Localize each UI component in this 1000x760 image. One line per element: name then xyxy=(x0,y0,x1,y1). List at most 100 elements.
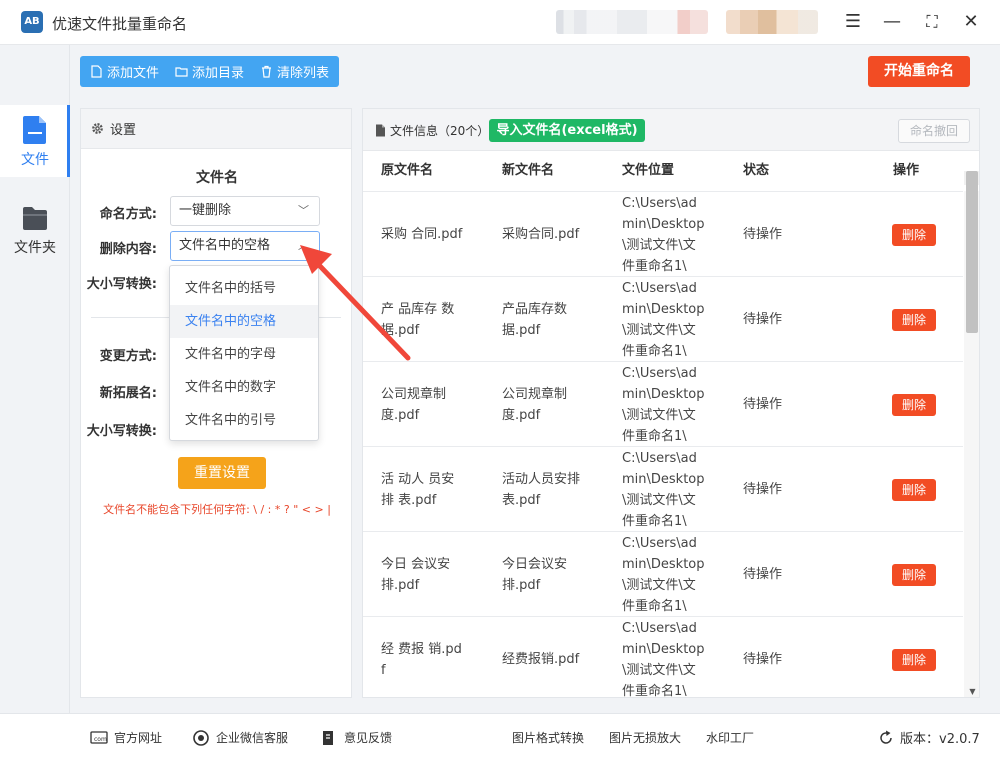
red-arrow-annotation xyxy=(300,245,411,361)
table-row: 采购 合同.pdf 采购合同.pdf C:\Users\ad min\Desktop \… xyxy=(363,191,963,276)
refresh-icon xyxy=(880,730,892,744)
settings-header: 设置 xyxy=(81,109,351,149)
location-cell: C:\Users\ad min\Desktop \测试文件\文 件重命名1\ xyxy=(622,618,705,698)
chat-bubble-icon xyxy=(193,729,209,746)
change-mode-label: 变更方式: xyxy=(99,349,157,364)
blurred-user-avatar[interactable] xyxy=(726,10,818,34)
location-cell-line: C:\Users\ad xyxy=(622,365,697,381)
nav-label-file: 文件 xyxy=(21,152,49,168)
dropdown-option[interactable]: 文件名中的引号 xyxy=(170,404,318,437)
status-cell: 待操作 xyxy=(743,482,783,497)
location-cell: C:\Users\ad min\Desktop \测试文件\文 件重命名1\ xyxy=(622,448,705,532)
column-header-location: 文件位置 xyxy=(622,163,675,178)
table-row: 活 动人 员安排 表.pdf 活动人员安排 表.pdf C:\Users\ad min\… xyxy=(363,446,963,531)
maximize-icon[interactable]: ⛶ xyxy=(920,10,944,34)
new-name-cell-line: 经费报销.pdf xyxy=(502,652,580,667)
location-cell-line: \测试文件\文 xyxy=(622,662,696,678)
location-cell-line: \测试文件\文 xyxy=(622,322,696,338)
location-cell-line: 件重命名1\ xyxy=(622,258,687,274)
table-row: 经 费报 销.pd f 经费报销.pdf C:\Users\ad min\Desktop… xyxy=(363,616,963,698)
version-info: 版本：v2.0.7 xyxy=(878,728,980,747)
status-cell: 待操作 xyxy=(743,227,783,242)
original-name-cell-line: 经 费报 销.pd xyxy=(381,641,462,657)
column-header-status: 状态 xyxy=(743,163,770,178)
scrollbar-thumb[interactable] xyxy=(966,171,978,333)
column-header-new-name: 新文件名 xyxy=(502,163,555,178)
new-name-cell-line: 活动人员安排 xyxy=(502,471,581,487)
location-cell-line: C:\Users\ad xyxy=(622,535,697,551)
status-cell: 待操作 xyxy=(743,397,783,412)
undo-rename-button[interactable]: 命名撤回 xyxy=(898,119,970,143)
delete-row-button[interactable]: 删除 xyxy=(892,563,936,586)
delete-content-value: 文件名中的空格 xyxy=(179,238,271,253)
original-name-cell-line: 度.pdf xyxy=(381,407,420,423)
new-extension-label: 新拓展名: xyxy=(99,386,157,401)
location-cell: C:\Users\ad min\Desktop \测试文件\文 件重命名1\ xyxy=(622,533,705,617)
new-name-cell: 采购合同.pdf xyxy=(502,224,579,245)
delete-row-button[interactable]: 删除 xyxy=(892,223,936,246)
import-excel-button[interactable]: 导入文件名(excel格式) xyxy=(489,119,645,142)
location-cell: C:\Users\ad min\Desktop \测试文件\文 件重命名1\ xyxy=(622,278,705,362)
location-cell-line: 件重命名1\ xyxy=(622,428,687,444)
file-icon xyxy=(23,116,46,144)
menu-icon[interactable]: ☰ xyxy=(841,10,865,34)
naming-mode-select[interactable]: 一键删除 ﹀ xyxy=(170,196,320,226)
delete-row-button[interactable]: 删除 xyxy=(892,478,936,501)
wechat-support-link[interactable]: 企业微信客服 xyxy=(192,729,288,746)
new-name-cell-line: 据.pdf xyxy=(502,322,541,338)
nav-item-file[interactable]: 文件 xyxy=(0,105,70,177)
folder-icon xyxy=(23,207,47,230)
left-nav: 文件 文件夹 xyxy=(0,45,70,713)
website-label: 官方网址 xyxy=(114,731,163,745)
settings-header-label: 设置 xyxy=(110,123,137,138)
location-cell-line: \测试文件\文 xyxy=(622,407,696,423)
scroll-down-icon[interactable]: ▼ xyxy=(964,685,979,697)
reset-settings-button[interactable]: 重置设置 xyxy=(178,457,266,489)
delete-row-button[interactable]: 删除 xyxy=(892,308,936,331)
new-name-cell-line: 产品库存数 xyxy=(502,301,568,317)
original-name-cell: 公司规章制 度.pdf xyxy=(381,384,446,426)
original-name-cell-line: 排 表.pdf xyxy=(381,492,437,508)
new-name-cell-line: 排.pdf xyxy=(502,577,541,593)
delete-row-button[interactable]: 删除 xyxy=(892,648,936,671)
location-cell-line: \测试文件\文 xyxy=(622,577,696,593)
original-name-cell-line: 今日 会议安 xyxy=(381,556,451,572)
file-info-title: 文件信息（20个） xyxy=(375,122,489,139)
dropdown-option[interactable]: 文件名中的数字 xyxy=(170,371,318,404)
location-cell-line: min\Desktop xyxy=(622,471,705,487)
filename-warning: 文件名不能包含下列任何字符: \ / : * ? " < > | xyxy=(103,503,331,516)
location-cell-line: 件重命名1\ xyxy=(622,343,687,359)
table-row: 公司规章制 度.pdf 公司规章制 度.pdf C:\Users\ad min\Deskt… xyxy=(363,361,963,446)
case-convert-label-1: 大小写转换: xyxy=(86,277,157,292)
clear-list-button[interactable]: 清除列表 xyxy=(260,62,329,81)
delete-row-button[interactable]: 删除 xyxy=(892,393,936,416)
start-rename-button[interactable]: 开始重命名 xyxy=(868,56,970,87)
location-cell-line: 件重命名1\ xyxy=(622,598,687,614)
blurred-account-info xyxy=(556,10,708,34)
svg-text:com: com xyxy=(94,736,107,743)
delete-content-label: 删除内容: xyxy=(99,242,157,257)
version-label: 版本：v2.0.7 xyxy=(900,732,980,747)
location-cell-line: min\Desktop xyxy=(622,641,705,657)
image-lossless-zoom-link[interactable]: 图片无损放大 xyxy=(609,729,681,746)
location-cell-line: 件重命名1\ xyxy=(622,513,687,529)
add-file-button[interactable]: 添加文件 xyxy=(90,62,159,81)
feedback-link[interactable]: 意见反馈 xyxy=(320,729,392,746)
add-directory-button[interactable]: 添加目录 xyxy=(175,62,244,81)
location-cell-line: \测试文件\文 xyxy=(622,492,696,508)
new-name-cell: 产品库存数据.pdf xyxy=(502,299,567,341)
watermark-factory-link[interactable]: 水印工厂 xyxy=(706,729,754,746)
original-name-cell: 活 动人 员安排 表.pdf xyxy=(381,469,454,511)
new-name-cell-line: 表.pdf xyxy=(502,492,541,508)
chevron-down-icon: ﹀ xyxy=(298,204,309,217)
close-icon[interactable]: ✕ xyxy=(959,10,983,34)
image-format-convert-link[interactable]: 图片格式转换 xyxy=(512,729,584,746)
location-cell-line: 件重命名1\ xyxy=(622,683,687,698)
document-icon xyxy=(376,124,385,137)
website-link[interactable]: com 官方网址 xyxy=(90,729,162,746)
minimize-icon[interactable]: — xyxy=(880,10,904,34)
feedback-label: 意见反馈 xyxy=(344,731,393,745)
column-header-original-name: 原文件名 xyxy=(381,163,434,178)
app-logo: AB xyxy=(21,11,43,33)
nav-item-folder[interactable]: 文件夹 xyxy=(0,193,70,265)
